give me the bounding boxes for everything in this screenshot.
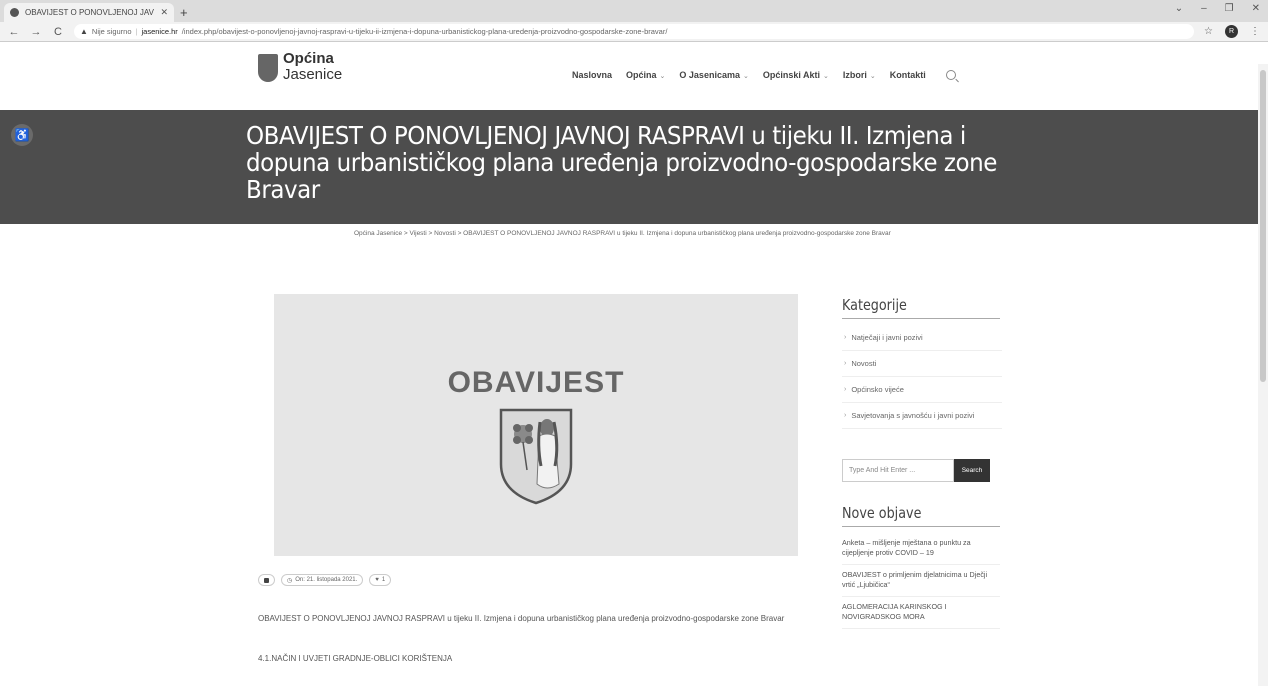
maximize-button[interactable]: ❐ <box>1225 3 1234 14</box>
divider <box>842 526 1000 527</box>
close-tab-icon[interactable]: ✕ <box>160 7 168 18</box>
address-bar: ← → C ▲ Nije sigurno | jasenice.hr/index… <box>0 22 1268 42</box>
logo-line-1: Općina <box>283 50 334 67</box>
article-section-heading: 4.1.NAČIN I UVJETI GRADNJE-OBLICI KORIŠT… <box>258 654 453 663</box>
category-item[interactable]: › Općinsko vijeće <box>842 377 1002 403</box>
article-paragraph: OBAVIJEST O PONOVLJENOJ JAVNOJ RASPRAVI … <box>258 614 785 623</box>
search-input[interactable]: Type And Hit Enter ... <box>842 459 954 482</box>
categories-heading: Kategorije <box>842 296 907 314</box>
post-date: ◷ On: 21. listopada 2021. <box>281 574 364 586</box>
search-icon[interactable] <box>945 70 956 80</box>
logo-text: Općina Jasenice <box>283 51 342 83</box>
featured-image-text: OBAVIJEST <box>447 366 625 399</box>
featured-image: OBAVIJEST <box>274 294 798 556</box>
search-button[interactable]: Search <box>954 459 990 482</box>
main-navigation: Naslovna Općina ⌄ O Jasenicama ⌄ Općinski … <box>572 70 956 80</box>
recent-post-link[interactable]: AGLOMERACIJA KARINSKOG I NOVIGRADSKOG MO… <box>842 597 1000 629</box>
breadcrumb: Općina Jasenice > Vijesti > Novosti > OB… <box>354 230 891 237</box>
nav-item-izbori[interactable]: Izbori ⌄ <box>843 70 876 80</box>
chevron-down-icon: ⌄ <box>742 73 749 80</box>
tab-title: OBAVIJEST O PONOVLJENOJ JAV <box>25 8 154 17</box>
category-item[interactable]: › Savjetovanja s javnošću i javni pozivi <box>842 403 1002 429</box>
chevron-down-icon: ⌄ <box>869 73 876 80</box>
url-domain: jasenice.hr <box>141 27 178 36</box>
reload-icon[interactable]: C <box>52 26 64 38</box>
recent-post-link[interactable]: Anketa – mišljenje mještana o punktu za … <box>842 533 1000 565</box>
post-format-icon <box>264 577 269 583</box>
accessibility-icon[interactable]: ♿ <box>11 124 33 146</box>
heart-icon: ♥ <box>375 577 379 583</box>
browser-tab-bar: OBAVIJEST O PONOVLJENOJ JAV ✕ + ⌄ – ❐ ✕ <box>0 0 1268 22</box>
scrollbar-thumb[interactable] <box>1260 70 1266 382</box>
close-window-button[interactable]: ✕ <box>1252 3 1260 14</box>
site-header: Općina Jasenice Naslovna Općina ⌄ O Jasen… <box>0 42 1268 110</box>
recent-posts-heading: Nove objave <box>842 504 922 522</box>
category-item[interactable]: › Natječaji i javni pozivi <box>842 325 1002 351</box>
coat-of-arms-icon <box>258 50 280 84</box>
tab-search-icon[interactable]: ⌄ <box>1175 3 1183 14</box>
clock-icon: ◷ <box>287 577 293 584</box>
nav-item-kontakti[interactable]: Kontakti <box>890 70 926 80</box>
category-list: › Natječaji i javni pozivi › Novosti › Opći… <box>842 325 1002 429</box>
profile-avatar[interactable]: R <box>1225 25 1238 38</box>
title-banner: ♿ OBAVIJEST O PONOVLJENOJ JAVNOJ RASPRAV… <box>0 110 1268 224</box>
menu-kebab-icon[interactable]: ⋮ <box>1250 26 1260 37</box>
recent-posts-list: Anketa – mišljenje mještana o punktu za … <box>842 533 1002 629</box>
page-title: OBAVIJEST O PONOVLJENOJ JAVNOJ RASPRAVI … <box>246 121 997 204</box>
chevron-right-icon: › <box>844 412 847 419</box>
chevron-right-icon: › <box>844 386 847 393</box>
url-field[interactable]: ▲ Nije sigurno | jasenice.hr/index.php/o… <box>74 24 1195 39</box>
post-meta: ◷ On: 21. listopada 2021. ♥ 1 <box>258 574 392 586</box>
url-separator: | <box>135 27 138 36</box>
url-path: /index.php/obavijest-o-ponovljenoj-javno… <box>181 27 668 36</box>
chevron-down-icon: ⌄ <box>823 73 829 80</box>
browser-tab[interactable]: OBAVIJEST O PONOVLJENOJ JAV ✕ <box>4 3 174 22</box>
nav-item-o-jasenicama[interactable]: O Jasenicama ⌄ <box>679 70 748 80</box>
minimize-button[interactable]: – <box>1201 3 1207 14</box>
sidebar: Kategorije › Natječaji i javni pozivi › No… <box>842 296 1002 629</box>
like-button[interactable]: ♥ 1 <box>369 574 392 586</box>
sidebar-search: Type And Hit Enter ... Search <box>842 459 1002 482</box>
divider <box>842 318 1000 319</box>
nav-item-opcinski-akti[interactable]: Općinski Akti ⌄ <box>763 70 829 80</box>
chevron-right-icon: › <box>844 334 847 341</box>
security-label: Nije sigurno <box>91 27 132 36</box>
site-logo[interactable]: Općina Jasenice <box>258 50 342 84</box>
window-controls: ⌄ – ❐ ✕ <box>1175 3 1260 14</box>
chevron-right-icon: › <box>844 360 847 367</box>
forward-arrow-icon[interactable]: → <box>30 26 42 38</box>
back-arrow-icon[interactable]: ← <box>8 26 20 38</box>
warning-icon: ▲ <box>80 27 88 36</box>
post-format-badge <box>258 574 275 586</box>
globe-icon <box>10 8 19 17</box>
address-bar-actions: ☆ R ⋮ <box>1204 25 1260 38</box>
nav-item-naslovna[interactable]: Naslovna <box>572 70 612 80</box>
logo-line-2: Jasenice <box>283 66 343 83</box>
recent-post-link[interactable]: OBAVIJEST o primljenim djelatnicima u Dj… <box>842 565 1000 597</box>
main-content: OBAVIJEST ◷ On: 21. listopada 2021. ♥ 1 OB… <box>0 246 1268 663</box>
bookmark-star-icon[interactable]: ☆ <box>1204 26 1213 37</box>
page-scrollbar[interactable] <box>1258 64 1268 686</box>
nav-item-opcina[interactable]: Općina ⌄ <box>626 70 665 80</box>
coat-of-arms-icon <box>499 408 573 505</box>
category-item[interactable]: › Novosti <box>842 351 1002 377</box>
new-tab-button[interactable]: + <box>180 3 188 22</box>
chevron-down-icon: ⌄ <box>659 73 666 80</box>
